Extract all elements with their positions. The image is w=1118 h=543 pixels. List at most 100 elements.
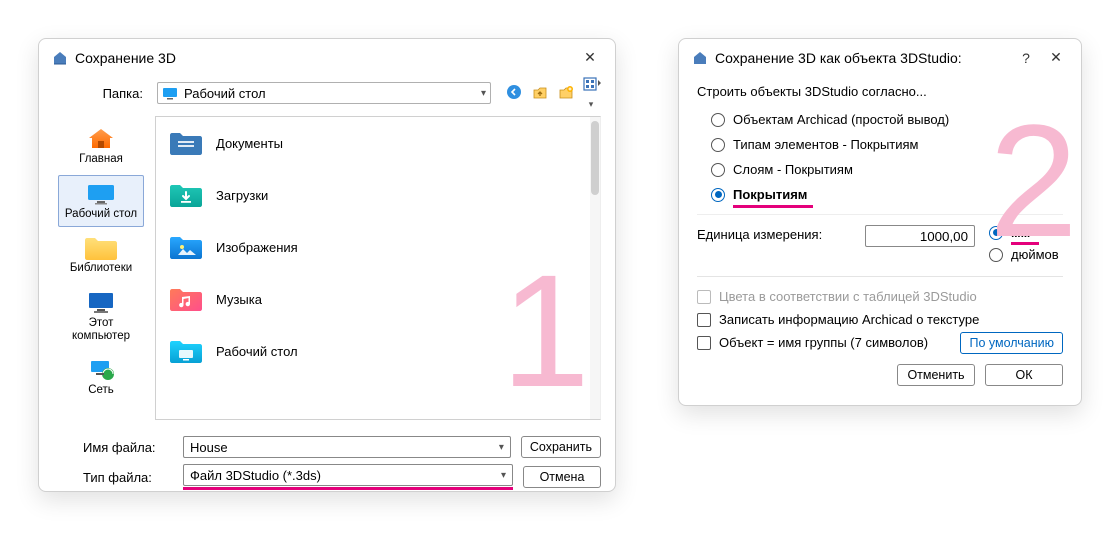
radio-icon	[989, 248, 1003, 262]
help-icon[interactable]: ?	[1015, 50, 1037, 66]
radio-label: мм	[1011, 225, 1030, 240]
radio-label: Типам элементов - Покрытиям	[733, 137, 919, 152]
list-item[interactable]: Рабочий стол	[156, 325, 600, 377]
radio-label: Покрытиям	[733, 187, 807, 202]
sidebar-item-label: Главная	[79, 153, 123, 166]
cancel-button[interactable]: Отмена	[523, 466, 601, 488]
dialog-title: Сохранение 3D	[75, 50, 571, 66]
app-logo-icon	[693, 51, 707, 65]
radio-icon	[711, 138, 725, 152]
checkbox-icon	[697, 336, 711, 350]
file-name: Изображения	[216, 240, 298, 255]
close-icon[interactable]: ✕	[579, 49, 601, 66]
list-item[interactable]: Документы	[156, 117, 600, 169]
list-item[interactable]: Изображения	[156, 221, 600, 273]
highlight-mark	[1011, 242, 1039, 245]
file-name: Музыка	[216, 292, 262, 307]
unit-label: Единица измерения:	[697, 225, 857, 242]
radio-archicad-objects[interactable]: Объектам Archicad (простой вывод)	[697, 107, 1063, 132]
sidebar-item-label: Этот компьютер	[59, 317, 143, 342]
scrollbar[interactable]	[590, 117, 600, 419]
folder-select[interactable]: Рабочий стол ▾	[157, 82, 491, 104]
file-type-value: Файл 3DStudio (*.3ds)	[190, 468, 321, 483]
file-name-label: Имя файла:	[53, 440, 173, 455]
sidebar-item-network[interactable]: Сеть	[58, 351, 144, 404]
radio-mm[interactable]: мм	[989, 225, 1059, 240]
dialog-title: Сохранение 3D как объекта 3DStudio:	[715, 50, 1007, 66]
radio-label: Слоям - Покрытиям	[733, 162, 853, 177]
file-type-label: Тип файла:	[53, 470, 173, 485]
libraries-icon	[83, 234, 119, 262]
ok-button[interactable]: ОК	[985, 364, 1063, 386]
list-item[interactable]: Загрузки	[156, 169, 600, 221]
folder-select-value: Рабочий стол	[184, 86, 266, 101]
sidebar-item-desktop[interactable]: Рабочий стол	[58, 175, 144, 228]
defaults-button[interactable]: По умолчанию	[960, 332, 1063, 354]
sidebar-item-label: Сеть	[88, 384, 114, 397]
close-icon[interactable]: ✕	[1045, 49, 1067, 66]
save-button[interactable]: Сохранить	[521, 436, 601, 458]
pc-icon	[83, 289, 119, 317]
check-texture-info[interactable]: Записать информацию Archicad о текстуре	[697, 308, 1063, 331]
up-folder-icon[interactable]	[531, 84, 549, 103]
folder-label: Папка:	[53, 86, 149, 101]
highlight-mark	[183, 487, 513, 490]
desktop-icon	[83, 180, 119, 208]
cancel-button-label: Отмена	[540, 470, 585, 484]
radio-surfaces[interactable]: Покрытиям	[697, 182, 1063, 207]
file-name-input[interactable]: House ▾	[183, 436, 511, 458]
save-button-label: Сохранить	[530, 440, 592, 454]
unit-input[interactable]	[865, 225, 975, 247]
radio-inches[interactable]: дюймов	[989, 247, 1059, 262]
desktop-small-icon	[162, 86, 178, 100]
file-name-value: House	[190, 440, 228, 455]
pictures-folder-icon	[168, 231, 204, 263]
chevron-down-icon: ▾	[499, 442, 504, 453]
radio-icon	[711, 188, 725, 202]
sidebar-item-label: Библиотеки	[70, 262, 132, 275]
cancel-button[interactable]: Отменить	[897, 364, 975, 386]
places-sidebar: Главная Рабочий стол Библиотеки Этот ком…	[53, 116, 149, 420]
separator	[697, 276, 1063, 277]
radio-icon	[711, 163, 725, 177]
radio-layers[interactable]: Слоям - Покрытиям	[697, 157, 1063, 182]
documents-folder-icon	[168, 127, 204, 159]
options-heading: Строить объекты 3DStudio согласно...	[697, 78, 1063, 107]
scrollbar-thumb[interactable]	[591, 121, 599, 195]
radio-icon	[711, 113, 725, 127]
check-label: Цвета в соответствии с таблицей 3DStudio	[719, 289, 977, 304]
radio-element-types[interactable]: Типам элементов - Покрытиям	[697, 132, 1063, 157]
new-folder-icon[interactable]	[557, 84, 575, 103]
file-type-select[interactable]: Файл 3DStudio (*.3ds) ▾	[183, 464, 513, 486]
network-icon	[83, 356, 119, 384]
ok-button-label: ОК	[1015, 368, 1032, 382]
sidebar-item-libraries[interactable]: Библиотеки	[58, 229, 144, 282]
radio-label: Объектам Archicad (простой вывод)	[733, 112, 949, 127]
list-item[interactable]: Музыка	[156, 273, 600, 325]
defaults-button-label: По умолчанию	[969, 336, 1054, 350]
check-label: Записать информацию Archicad о текстуре	[719, 312, 979, 327]
sidebar-item-this-pc[interactable]: Этот компьютер	[58, 284, 144, 349]
check-group-name[interactable]: Объект = имя группы (7 символов)	[697, 331, 960, 354]
chevron-down-icon: ▾	[481, 88, 486, 99]
folder-row: Папка: Рабочий стол ▾ ▾	[39, 72, 615, 116]
sidebar-item-home[interactable]: Главная	[58, 120, 144, 173]
downloads-folder-icon	[168, 179, 204, 211]
checkbox-icon	[697, 313, 711, 327]
music-folder-icon	[168, 283, 204, 315]
cancel-button-label: Отменить	[907, 368, 964, 382]
desktop-folder-icon	[168, 335, 204, 367]
app-logo-icon	[53, 51, 67, 65]
back-icon[interactable]	[505, 84, 523, 103]
check-3ds-colors: Цвета в соответствии с таблицей 3DStudio	[697, 285, 1063, 308]
view-menu-icon[interactable]: ▾	[583, 76, 601, 110]
toolbar-icons: ▾	[499, 76, 601, 110]
titlebar: Сохранение 3D как объекта 3DStudio: ? ✕	[679, 39, 1081, 72]
save-3d-dialog: Сохранение 3D ✕ Папка: Рабочий стол ▾ ▾ …	[38, 38, 616, 492]
sidebar-item-label: Рабочий стол	[65, 208, 137, 221]
unit-row: Единица измерения: мм дюймов	[697, 214, 1063, 272]
radio-icon	[989, 226, 1003, 240]
titlebar: Сохранение 3D ✕	[39, 39, 615, 72]
highlight-mark	[733, 205, 813, 208]
file-list[interactable]: Документы Загрузки Изображения Музыка Ра…	[155, 116, 601, 420]
